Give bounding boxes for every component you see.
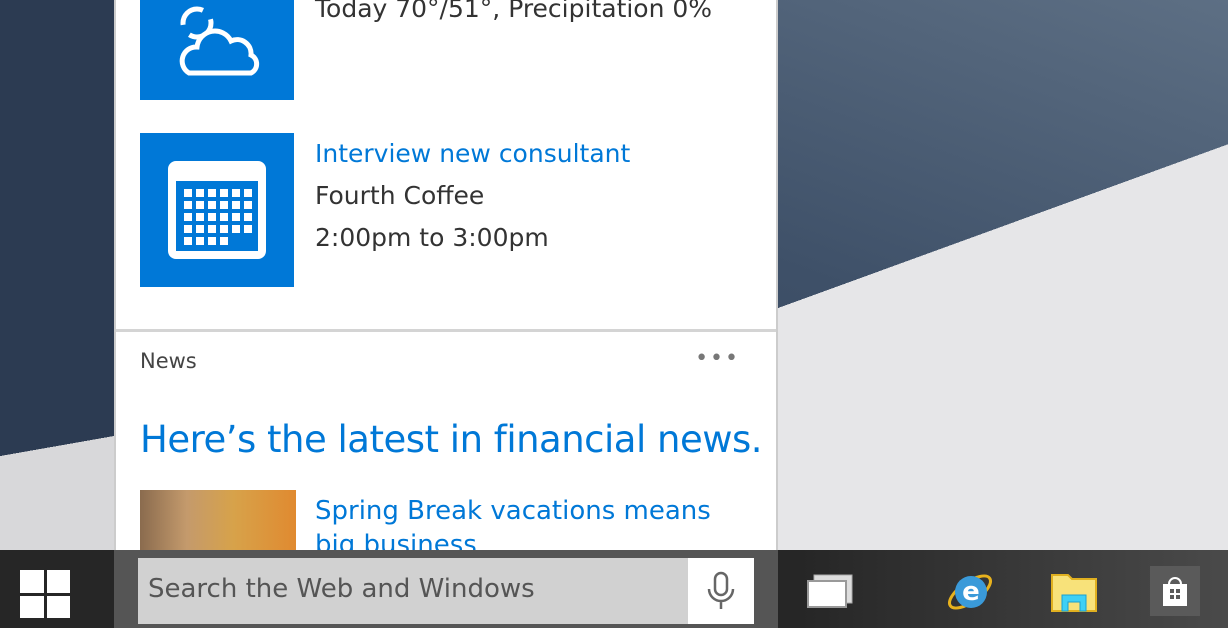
event-time: 2:00pm to 3:00pm [315,223,549,252]
more-options-button[interactable]: ••• [695,346,740,371]
file-explorer-icon[interactable] [1049,566,1099,616]
store-icon[interactable] [1150,566,1200,616]
cortana-panel: Today 70°/51°, Precipitation 0% Intervie… [114,0,778,550]
svg-text:e: e [962,577,980,607]
windows-start-icon[interactable] [20,570,70,618]
weather-tile[interactable] [140,0,294,100]
news-story-link[interactable]: Spring Break vacations means big busines… [315,494,735,550]
divider [116,329,776,332]
task-view-icon[interactable] [805,566,855,616]
search-area: Search the Web and Windows [114,550,778,628]
news-thumbnail[interactable] [140,490,296,550]
news-header: News [140,349,197,373]
event-title[interactable]: Interview new consultant [315,133,630,175]
calendar-icon [168,161,266,259]
desktop-wallpaper-left [0,0,114,550]
news-headline[interactable]: Here’s the latest in financial news. [140,418,763,461]
weather-summary: Today 70°/51°, Precipitation 0% [315,0,713,23]
event-location: Fourth Coffee [315,181,485,210]
taskbar: Search the Web and Windows e [0,550,1228,628]
search-input[interactable]: Search the Web and Windows [138,558,688,624]
microphone-icon[interactable] [688,558,754,624]
internet-explorer-icon[interactable]: e [945,566,995,616]
calendar-tile[interactable] [140,133,294,287]
partly-cloudy-icon [179,6,260,75]
